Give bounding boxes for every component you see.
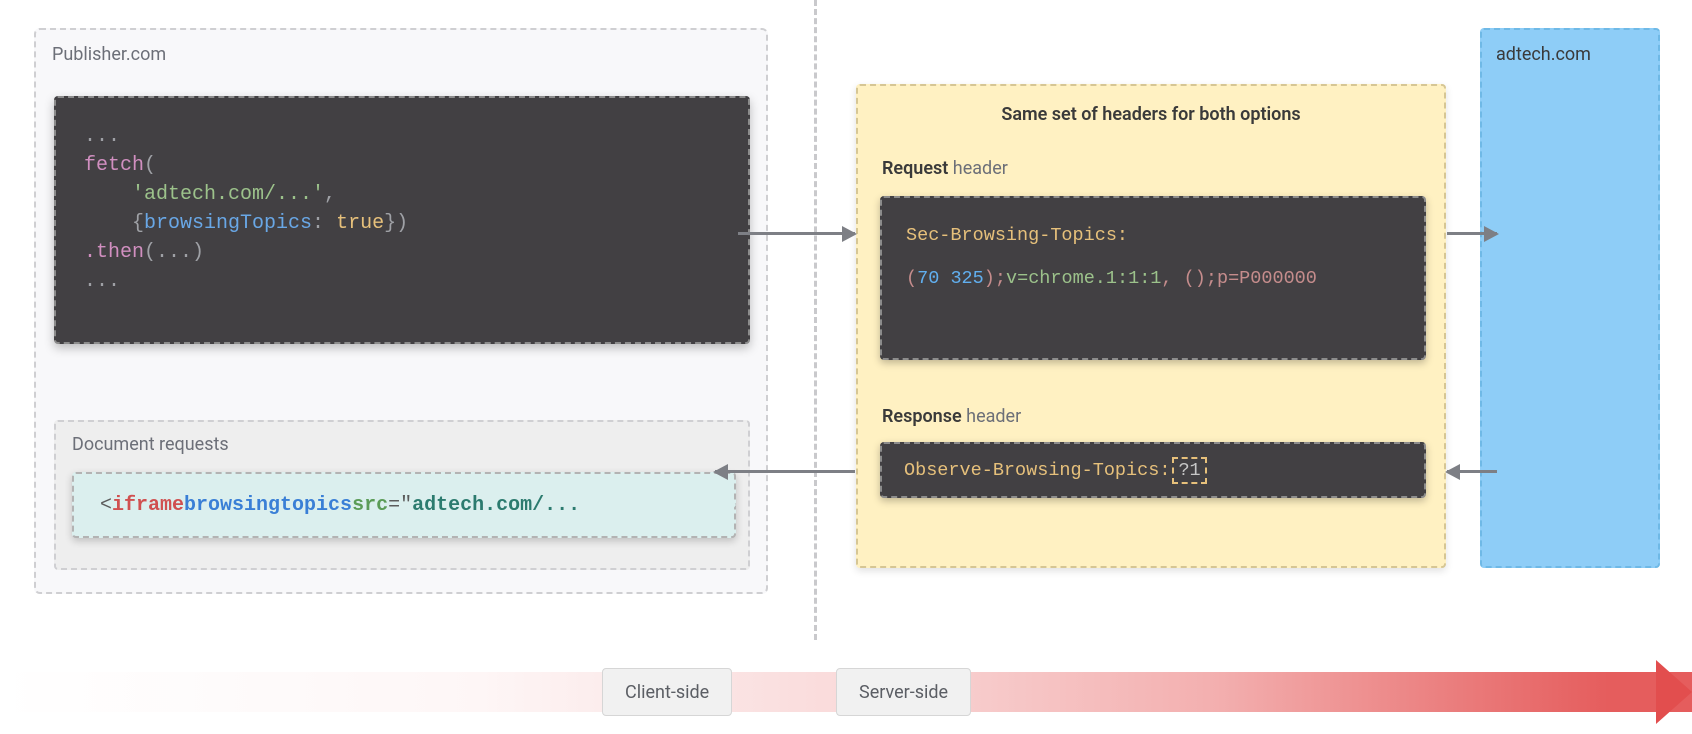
- headers-title: Same set of headers for both options: [858, 104, 1444, 125]
- req-n2: 325: [950, 268, 983, 289]
- iframe-eq: =: [388, 494, 400, 517]
- client-side-label: Client-side: [602, 668, 732, 716]
- req-seg: chrome.1:1:1: [1028, 268, 1161, 289]
- adtech-label: adtech.com: [1496, 44, 1591, 65]
- req-comma: ,: [1161, 268, 1183, 289]
- req-po2: (: [1184, 268, 1195, 289]
- code-comma: ,: [324, 183, 336, 206]
- document-requests-panel: Document requests <iframe browsingtopics…: [54, 420, 750, 570]
- iframe-quote: ": [400, 494, 412, 517]
- iframe-code-block: <iframe browsingtopics src="adtech.com/.…: [72, 472, 736, 538]
- adtech-panel: adtech.com: [1480, 28, 1660, 568]
- code-ellipsis-2: ...: [84, 270, 120, 293]
- req-p: p=P000000: [1217, 268, 1317, 289]
- headers-panel: Same set of headers for both options Req…: [856, 84, 1446, 568]
- code-brace-close: }): [384, 212, 408, 235]
- arrow-adtech-to-headers: [1447, 470, 1497, 473]
- req-n1: 70: [917, 268, 939, 289]
- arrowhead-right-icon: [1484, 226, 1499, 242]
- gradient-arrowhead-icon: [1656, 660, 1692, 724]
- code-ellipsis: ...: [84, 125, 120, 148]
- code-colon: :: [312, 212, 336, 235]
- req-semi2: ;: [1206, 268, 1217, 289]
- arrowhead-left-icon: [1445, 464, 1460, 480]
- response-header-block: Observe-Browsing-Topics: ?1: [880, 442, 1426, 498]
- response-bold: Response: [882, 406, 962, 427]
- req-sp: [939, 268, 950, 289]
- server-side-label: Server-side: [836, 668, 971, 716]
- fetch-code-block: ... fetch( 'adtech.com/...', {browsingTo…: [54, 96, 750, 344]
- arrowhead-left-icon: [713, 464, 728, 480]
- iframe-tag: iframe: [112, 494, 184, 517]
- arrow-headers-to-adtech: [1447, 232, 1497, 235]
- iframe-src-value: adtech.com/...: [412, 494, 580, 517]
- resp-header-name: Observe-Browsing-Topics:: [904, 460, 1170, 481]
- client-server-divider: [814, 0, 817, 640]
- code-opt-key: browsingTopics: [144, 212, 312, 235]
- publisher-label: Publisher.com: [52, 44, 166, 65]
- code-then-args: (...): [144, 241, 204, 264]
- request-rest: header: [948, 158, 1008, 179]
- iframe-attr-browsingtopics: browsingtopics: [184, 494, 352, 517]
- response-header-label: Response header: [882, 406, 1021, 427]
- req-header-name: Sec-Browsing-Topics:: [906, 225, 1128, 246]
- code-url-arg: 'adtech.com/...': [132, 183, 324, 206]
- req-pc1: ): [984, 268, 995, 289]
- code-open-paren: (: [144, 154, 156, 177]
- request-bold: Request: [882, 158, 948, 179]
- arrow-headers-to-publisher: [715, 470, 855, 473]
- resp-header-value: ?1: [1172, 457, 1206, 484]
- document-requests-label: Document requests: [72, 434, 229, 455]
- iframe-attr-src: src: [352, 494, 388, 517]
- arrowhead-right-icon: [842, 226, 857, 242]
- req-semi: ;: [995, 268, 1006, 289]
- publisher-panel: Publisher.com ... fetch( 'adtech.com/...…: [34, 28, 768, 594]
- code-fetch: fetch: [84, 154, 144, 177]
- response-rest: header: [962, 406, 1022, 427]
- code-true: true: [336, 212, 384, 235]
- code-brace-open: {: [132, 212, 144, 235]
- request-header-block: Sec-Browsing-Topics: (70 325);v=chrome.1…: [880, 196, 1426, 360]
- req-pc2: ): [1195, 268, 1206, 289]
- request-header-label: Request header: [882, 158, 1008, 179]
- req-v: v=: [1006, 268, 1028, 289]
- iframe-open: <: [100, 494, 112, 517]
- code-then: .then: [84, 241, 144, 264]
- arrow-publisher-to-headers: [738, 232, 855, 235]
- req-po1: (: [906, 268, 917, 289]
